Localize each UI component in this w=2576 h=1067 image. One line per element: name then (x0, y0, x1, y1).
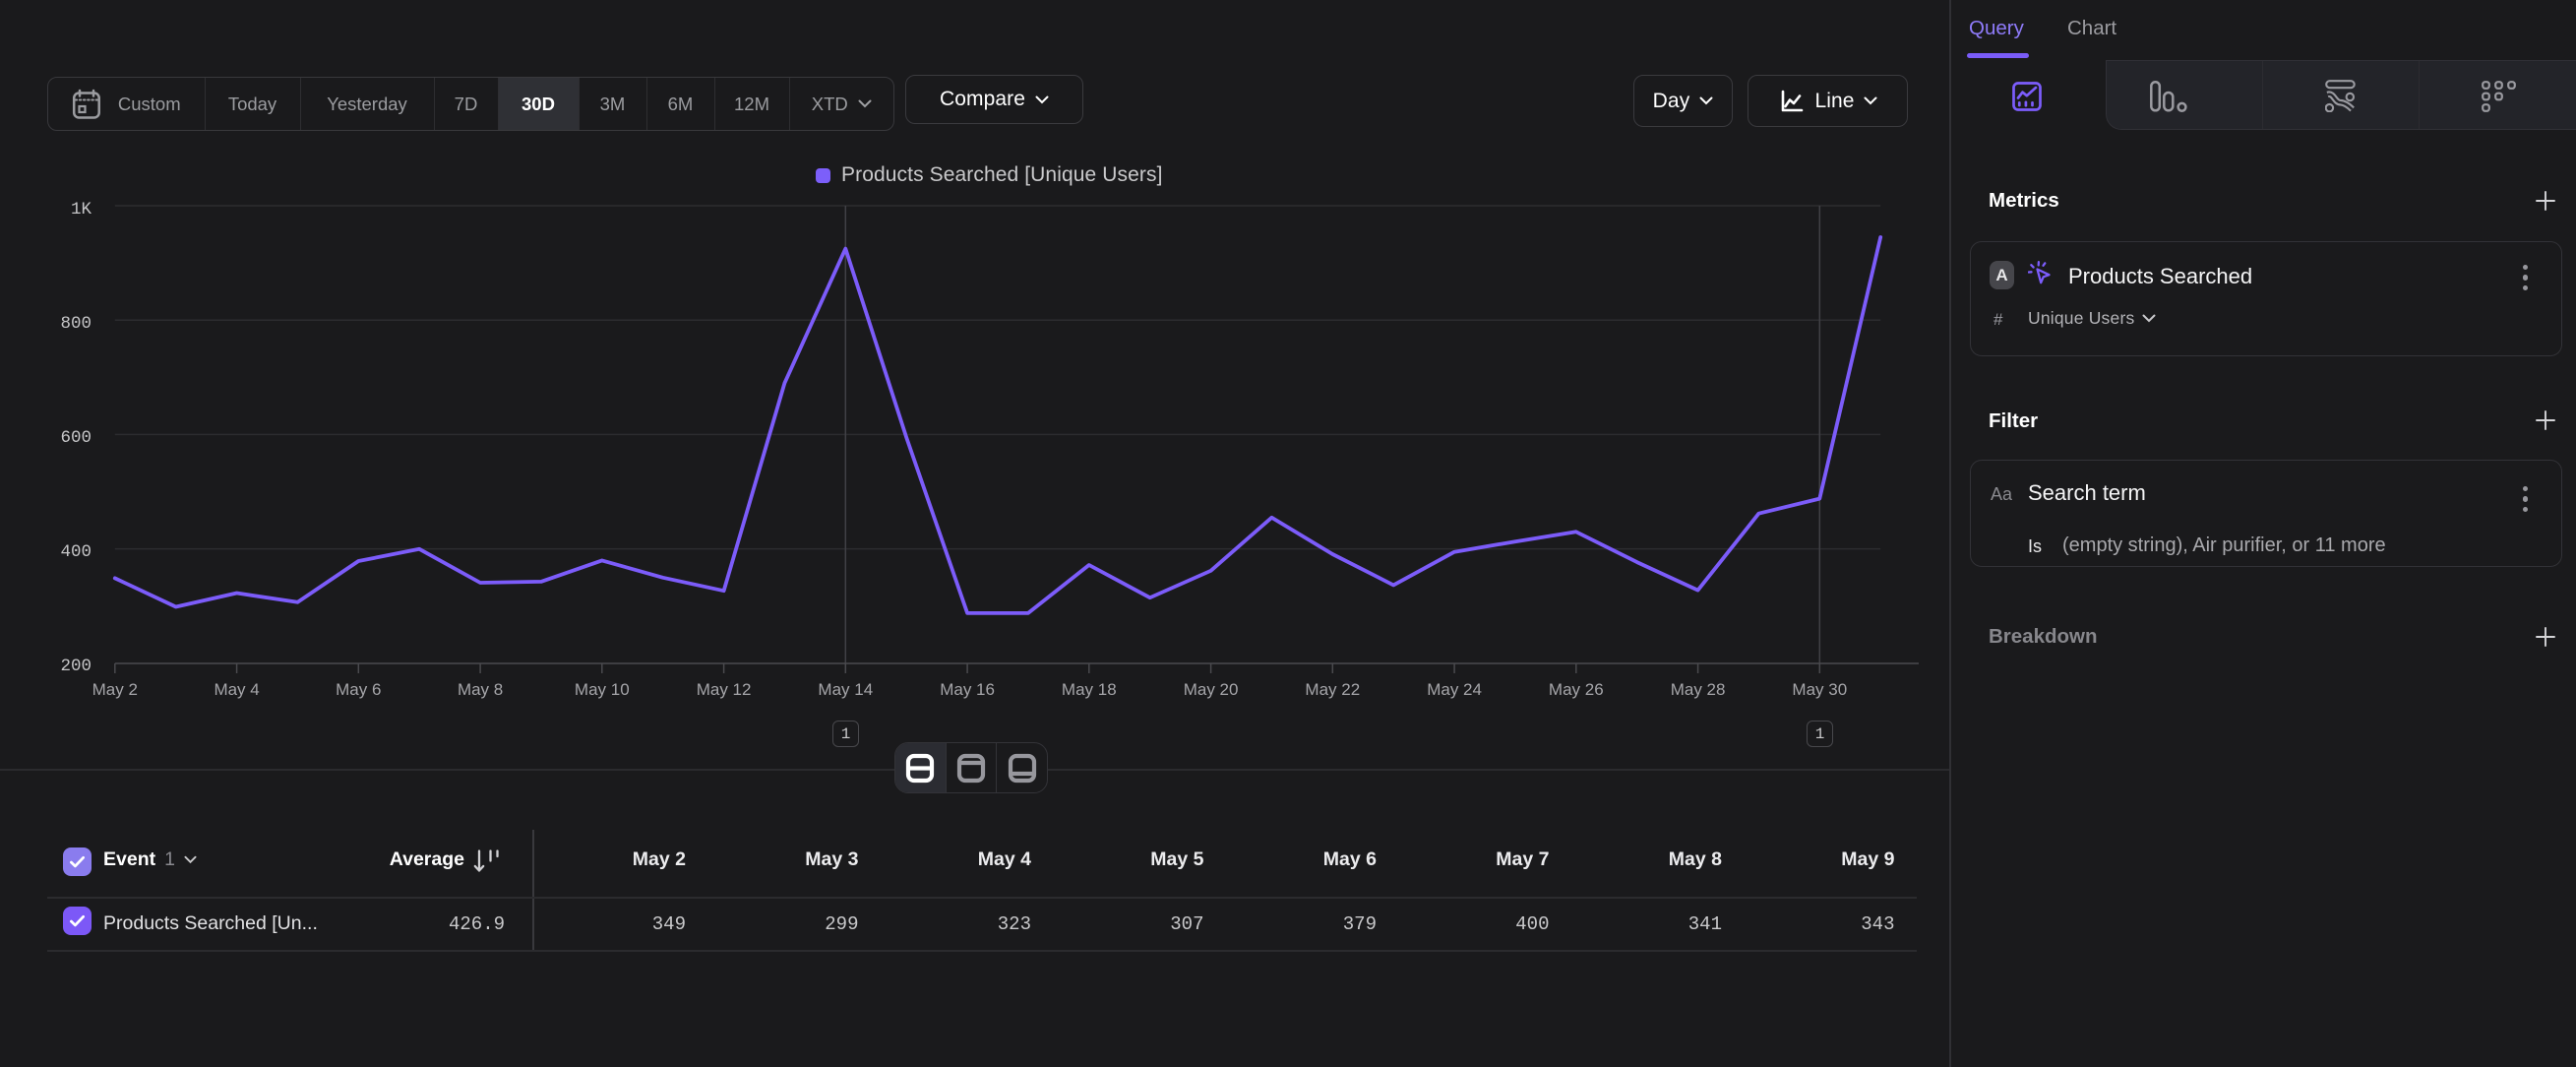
svg-text:May 30: May 30 (1792, 680, 1847, 699)
svg-text:200: 200 (60, 657, 92, 676)
svg-text:May 2: May 2 (92, 680, 138, 699)
svg-text:May 4: May 4 (214, 680, 259, 699)
svg-text:May 6: May 6 (336, 680, 381, 699)
svg-text:May 28: May 28 (1671, 680, 1726, 699)
svg-text:May 18: May 18 (1062, 680, 1117, 699)
svg-text:May 16: May 16 (940, 680, 995, 699)
svg-text:600: 600 (60, 428, 92, 448)
svg-text:400: 400 (60, 542, 92, 562)
svg-text:1K: 1K (71, 200, 92, 220)
svg-text:May 8: May 8 (458, 680, 503, 699)
svg-text:May 12: May 12 (697, 680, 752, 699)
svg-text:May 20: May 20 (1184, 680, 1239, 699)
svg-text:800: 800 (60, 314, 92, 334)
svg-text:May 26: May 26 (1549, 680, 1604, 699)
svg-text:May 22: May 22 (1305, 680, 1360, 699)
svg-text:May 24: May 24 (1427, 680, 1482, 699)
svg-text:May 10: May 10 (575, 680, 630, 699)
svg-text:May 14: May 14 (818, 680, 873, 699)
